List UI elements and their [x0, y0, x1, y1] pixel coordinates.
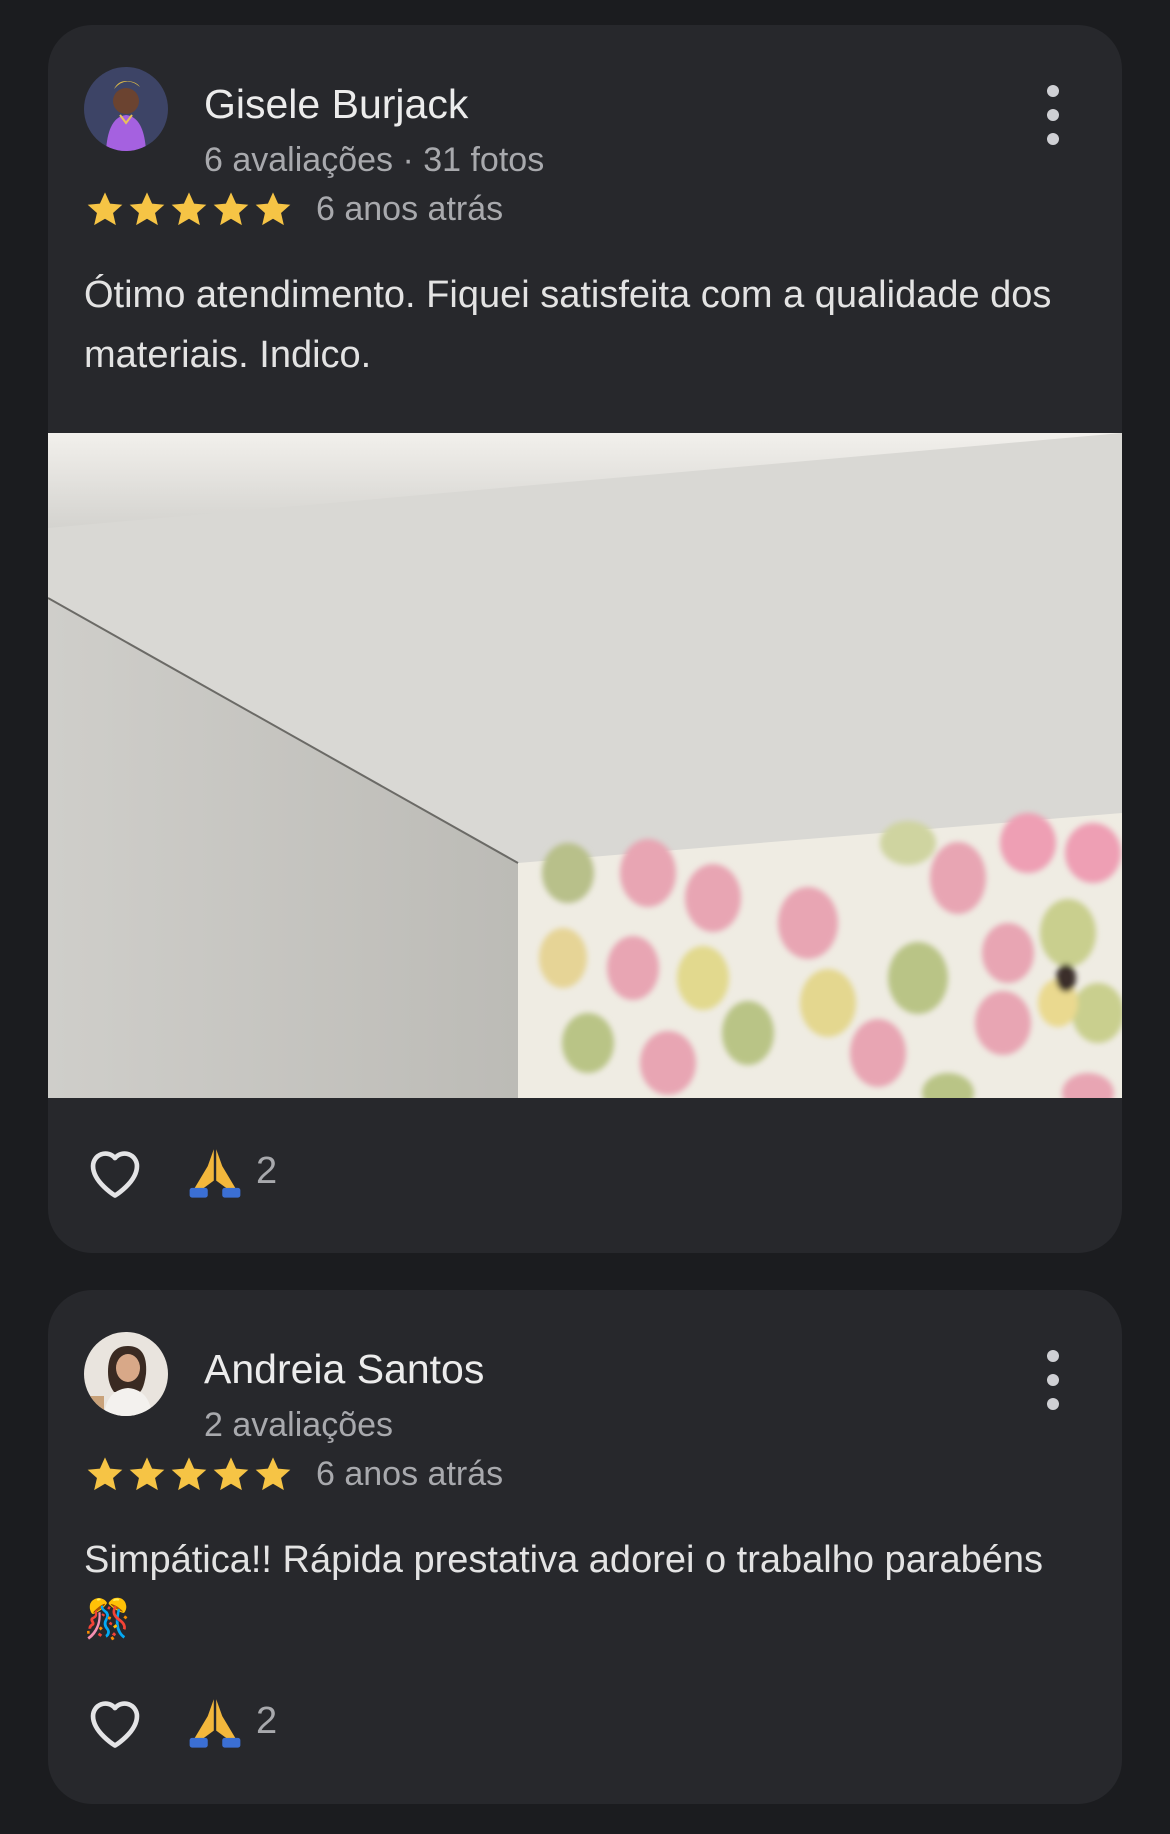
reviewer-name[interactable]: Andreia Santos [204, 1346, 484, 1393]
star-icon [255, 1457, 291, 1491]
review-actions: 2 [84, 1692, 277, 1750]
pray-icon [189, 1149, 241, 1198]
avatar[interactable] [84, 1332, 168, 1416]
heart-icon[interactable] [84, 1142, 146, 1200]
star-icon [171, 1457, 207, 1491]
pray-icon [189, 1699, 241, 1748]
review-time: 6 anos atrás [316, 189, 504, 228]
avatar[interactable] [84, 67, 168, 151]
more-options-icon[interactable] [1042, 1350, 1064, 1410]
review-photo[interactable] [48, 433, 1122, 1098]
star-icon [255, 192, 291, 226]
reaction-count: 2 [256, 1149, 278, 1192]
reaction-button[interactable]: 2 [186, 1142, 277, 1200]
reaction-count: 2 [256, 1699, 278, 1742]
reaction-button[interactable]: 2 [186, 1692, 277, 1750]
review-text: Simpática!! Rápida prestativa adorei o t… [84, 1539, 1044, 1641]
star-icon [213, 1457, 249, 1491]
review-card: Andreia Santos 2 avaliações 6 anos atrás… [48, 1290, 1122, 1804]
star-rating [84, 1453, 294, 1495]
star-icon [87, 1457, 123, 1491]
star-icon [129, 1457, 165, 1491]
reviewer-name[interactable]: Gisele Burjack [204, 81, 468, 128]
star-rating [84, 188, 294, 230]
star-icon [129, 192, 165, 226]
rating-row: 6 anos atrás [84, 188, 503, 230]
star-icon [87, 192, 123, 226]
rating-row: 6 anos atrás [84, 1453, 503, 1495]
reviewer-meta: 2 avaliações [204, 1406, 394, 1444]
star-icon [213, 192, 249, 226]
star-icon [171, 192, 207, 226]
review-actions: 2 [84, 1142, 277, 1200]
reviewer-meta: 6 avaliações · 31 fotos [204, 141, 545, 179]
heart-icon[interactable] [84, 1692, 146, 1750]
review-time: 6 anos atrás [316, 1454, 504, 1493]
review-card: Gisele Burjack 6 avaliações · 31 fotos 6… [48, 25, 1122, 1253]
more-options-icon[interactable] [1042, 85, 1064, 145]
review-text: Ótimo atendimento. Fiquei satisfeita com… [84, 274, 1052, 376]
